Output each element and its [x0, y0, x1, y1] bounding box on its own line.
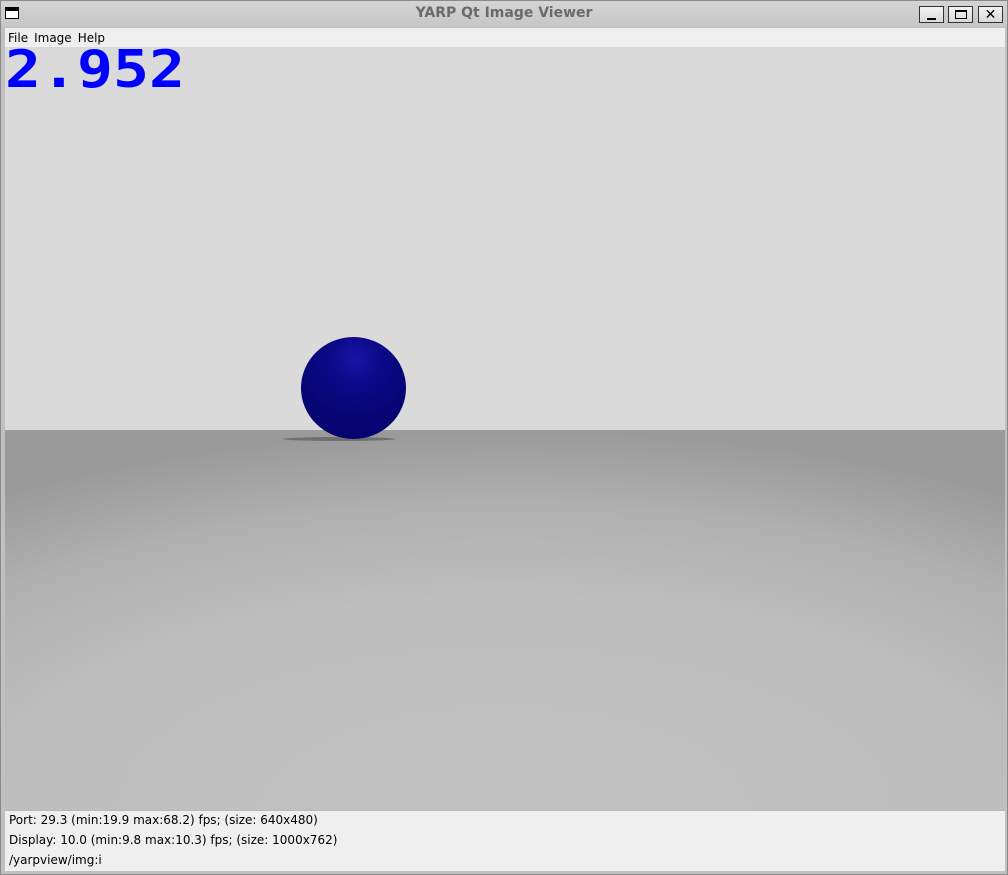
maximize-button[interactable] — [948, 6, 973, 23]
menu-file[interactable]: File — [5, 31, 31, 45]
app-window: YARP Qt Image Viewer ✕ File Image Help 2… — [0, 0, 1008, 875]
window-title: YARP Qt Image Viewer — [415, 5, 593, 21]
title-bar[interactable]: YARP Qt Image Viewer ✕ — [1, 1, 1007, 27]
scene-horizon — [5, 430, 1005, 432]
scene-background — [5, 47, 1005, 431]
minimize-icon — [927, 17, 936, 20]
port-name: /yarpview/img:i — [9, 853, 102, 867]
close-icon: ✕ — [984, 6, 997, 23]
menu-help[interactable]: Help — [75, 31, 108, 45]
menu-image[interactable]: Image — [31, 31, 75, 45]
ball-shadow — [283, 437, 395, 441]
port-stats: Port: 29.3 (min:19.9 max:68.2) fps; (siz… — [9, 813, 318, 827]
menu-bar: File Image Help — [5, 28, 1005, 47]
timestamp-overlay-text: 2.952 — [5, 47, 185, 95]
image-viewport[interactable]: 2.952 — [5, 47, 1005, 810]
maximize-icon — [954, 10, 967, 19]
close-button[interactable]: ✕ — [978, 6, 1003, 23]
minimize-button[interactable] — [919, 6, 944, 23]
timestamp-overlay: 2.952 — [5, 47, 185, 95]
status-bar: Port: 29.3 (min:19.9 max:68.2) fps; (siz… — [5, 810, 1005, 871]
blue-ball — [301, 337, 406, 439]
scene-floor — [5, 431, 1005, 810]
display-stats: Display: 10.0 (min:9.8 max:10.3) fps; (s… — [9, 833, 338, 847]
